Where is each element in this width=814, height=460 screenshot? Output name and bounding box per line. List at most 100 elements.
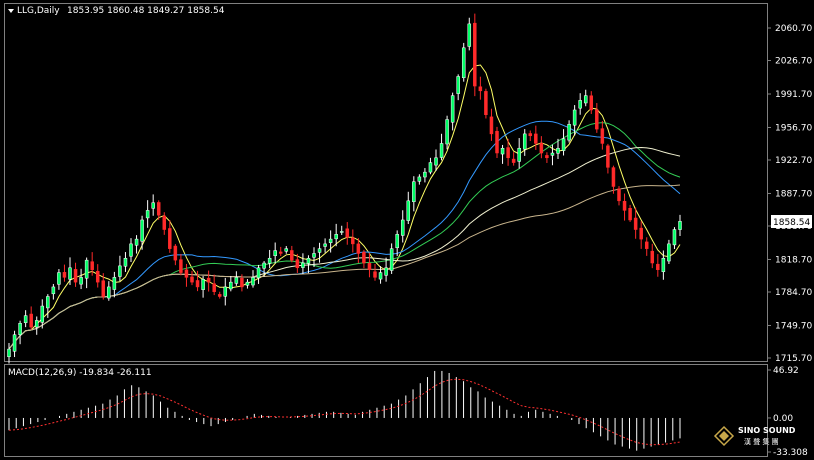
macd-panel-frame (4, 364, 768, 457)
candle-body (206, 277, 211, 283)
candle-body (445, 119, 449, 145)
candle-body (378, 272, 383, 280)
candle-body (434, 157, 438, 166)
candle-body (583, 95, 588, 104)
candle-body (667, 243, 671, 262)
candle-body (79, 277, 83, 285)
candle-body (417, 176, 422, 182)
candle-body (467, 23, 472, 47)
candle-body (84, 259, 89, 279)
candle-body (34, 320, 39, 328)
candle-body (95, 270, 100, 283)
candle-body (140, 219, 144, 242)
candle-body (223, 286, 228, 297)
candle-body (628, 208, 632, 221)
candle-body (46, 296, 50, 309)
candle-body (400, 219, 405, 236)
candle-body (622, 200, 627, 211)
price-tick-label: 1956.70 (775, 123, 812, 133)
candle-body (456, 76, 460, 94)
candle-body (156, 202, 161, 216)
candle-body (528, 133, 533, 137)
candle-body (317, 248, 322, 253)
candle-body (129, 243, 133, 257)
candle-body (212, 283, 216, 292)
candle-body (567, 124, 571, 141)
ma-white-line (8, 146, 681, 350)
candle-body (51, 286, 56, 295)
candle-body (345, 228, 350, 238)
dropdown-triangle-icon[interactable] (8, 9, 14, 13)
candle-body (162, 215, 167, 230)
candle-body (145, 210, 150, 219)
candle-body (168, 228, 172, 249)
candle-body (273, 250, 277, 257)
candle-body (245, 281, 250, 286)
candle-body (672, 229, 677, 246)
candle-body (251, 277, 255, 286)
candle-body (384, 267, 388, 276)
candle-body (123, 257, 128, 267)
candle-body (290, 250, 294, 261)
candle-body (323, 243, 327, 247)
candle-body (351, 237, 355, 245)
candle-body (101, 280, 106, 297)
candle-body (450, 95, 455, 123)
candle-body (362, 251, 366, 264)
candle-body (90, 261, 94, 270)
ma-blue-line (8, 120, 681, 350)
candle-body (217, 294, 222, 297)
candle-body (295, 259, 300, 269)
candle-body (534, 133, 538, 144)
candle-body (478, 86, 483, 92)
candle-body (561, 138, 566, 151)
candle-body (312, 253, 316, 258)
candle-body (395, 234, 399, 249)
candle-body (545, 155, 549, 159)
candle-body (229, 281, 233, 290)
macd-histogram (8, 370, 681, 451)
candle-body (201, 279, 205, 290)
candle-body (517, 147, 521, 162)
candle-body (595, 109, 599, 130)
candle-body (173, 245, 178, 261)
candle-body (461, 47, 466, 79)
candle-body (412, 181, 416, 202)
candle-body (572, 109, 577, 126)
symbol-label: LLG,Daily (17, 6, 60, 16)
chart-header: LLG,Daily 1853.95 1860.48 1849.27 1858.5… (8, 6, 225, 16)
ohlc-values: 1853.95 1860.48 1849.27 1858.54 (67, 6, 225, 16)
candle-body (179, 259, 183, 273)
candle-body (62, 272, 67, 278)
logo-name: SINO SOUND (738, 426, 796, 435)
price-tick-label: 2060.70 (775, 24, 812, 34)
candle-body (389, 248, 394, 271)
trading-chart[interactable]: LLG,Daily 1853.95 1860.48 1849.27 1858.5… (0, 0, 814, 460)
candle-body (195, 280, 200, 288)
candle-body (234, 277, 239, 284)
candle-body (428, 162, 433, 173)
price-tick-label: 1922.70 (775, 156, 812, 166)
candle-body (240, 277, 244, 288)
candle-body (262, 262, 266, 269)
candle-body (606, 145, 610, 168)
candle-body (678, 221, 682, 230)
candle-body (506, 147, 510, 159)
candle-body (611, 167, 616, 187)
price-tick-label: 2026.70 (775, 57, 812, 67)
candle-body (639, 227, 643, 240)
candle-body (617, 188, 621, 202)
candle-body (439, 143, 444, 158)
candle-body (29, 313, 33, 328)
current-price-label: 1858.54 (773, 218, 810, 228)
candle-body (107, 286, 111, 299)
candle-body (650, 250, 655, 264)
candle-body (151, 202, 155, 209)
candle-body (334, 234, 338, 240)
candle-body (511, 158, 516, 163)
candle-body (18, 323, 22, 335)
candle-body (373, 271, 377, 278)
candle-body (522, 133, 527, 150)
price-tick-label: 1749.70 (775, 321, 812, 331)
candle-body (284, 248, 289, 252)
